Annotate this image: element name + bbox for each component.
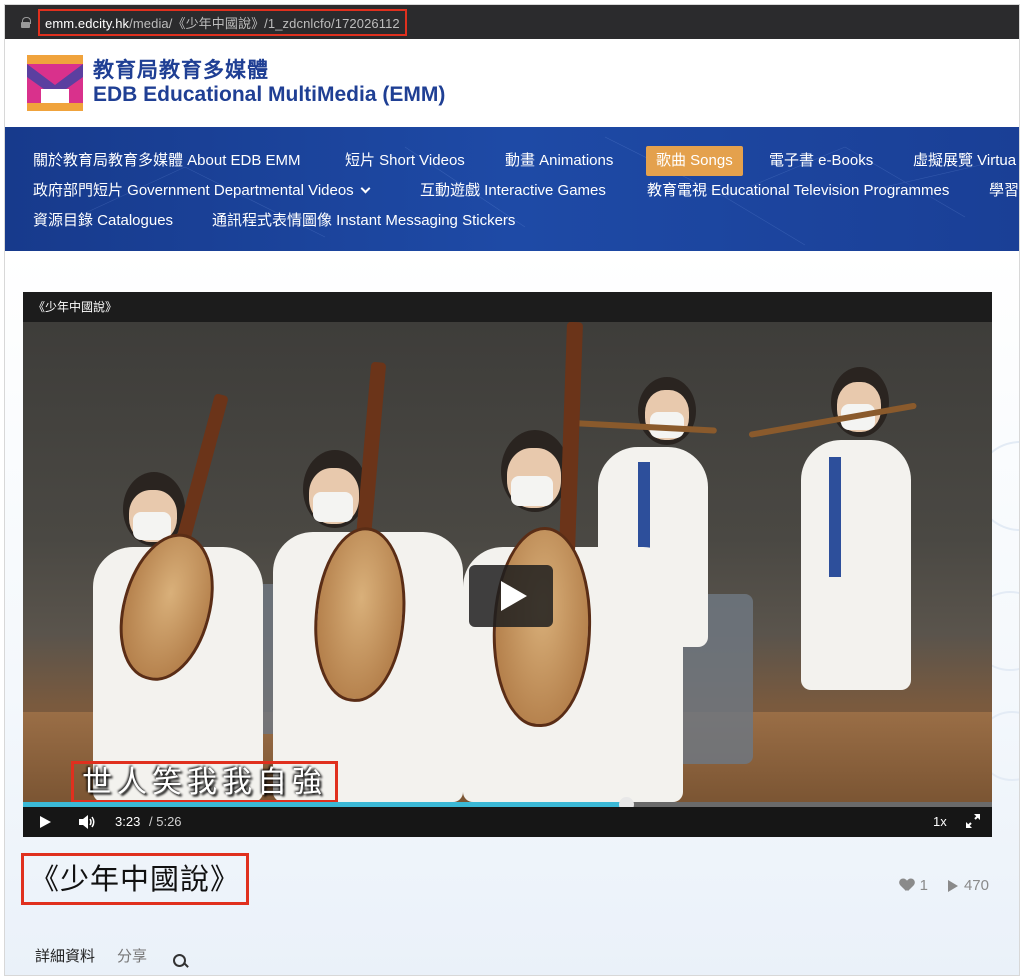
main-nav: 關於教育局教育多媒體 About EDB EMM 短片 Short Videos… bbox=[5, 127, 1019, 251]
plays-icon bbox=[947, 879, 958, 892]
face-mask bbox=[313, 492, 353, 522]
duration: / 5:26 bbox=[149, 814, 182, 829]
nav-item-etv[interactable]: 教育電視 Educational Television Programmes bbox=[637, 176, 959, 206]
pipa-neck bbox=[354, 361, 387, 553]
url-bar[interactable]: emm.edcity.hk/media/《少年中國說》/1_zdcnlcfo/1… bbox=[5, 5, 1019, 39]
heart-icon[interactable] bbox=[900, 879, 914, 892]
video-player[interactable]: 《少年中國說》 世人笑我我自強 3:23 / 5:26 1x bbox=[23, 292, 992, 837]
play-button-large[interactable] bbox=[469, 565, 553, 627]
nav-item-learning[interactable]: 學習 bbox=[979, 176, 1019, 206]
current-time: 3:23 bbox=[115, 814, 141, 829]
site-header: 教育局教育多媒體 EDB Educational MultiMedia (EMM… bbox=[5, 39, 1019, 127]
chevron-down-icon bbox=[360, 183, 371, 194]
nav-item-about[interactable]: 關於教育局教育多媒體 About EDB EMM bbox=[23, 146, 311, 176]
nav-item-games[interactable]: 互動遊戲 Interactive Games bbox=[410, 176, 616, 206]
media-title: 《少年中國說》 bbox=[21, 853, 250, 905]
media-tabs: 詳細資料 分享 bbox=[35, 945, 189, 967]
video-title: 《少年中國說》 bbox=[23, 292, 992, 322]
tab-share[interactable]: 分享 bbox=[117, 945, 147, 966]
nav-item-virtual[interactable]: 虛擬展覽 Virtua bbox=[903, 146, 1019, 176]
play-count: 470 bbox=[963, 877, 989, 894]
face-mask bbox=[511, 476, 553, 506]
like-count: 1 bbox=[919, 877, 928, 894]
url-path: /media/《少年中國說》/1_zdcnlcfo/172026112 bbox=[129, 15, 400, 31]
site-name-zh: 教育局教育多媒體 bbox=[93, 59, 269, 82]
nav-item-catalogues[interactable]: 資源目錄 Catalogues bbox=[23, 206, 183, 236]
tie bbox=[829, 457, 841, 577]
player-controls: 3:23 / 5:26 1x bbox=[23, 807, 992, 837]
nav-item-stickers[interactable]: 通訊程式表情圖像 Instant Messaging Stickers bbox=[202, 206, 525, 236]
playback-speed-button[interactable]: 1x bbox=[933, 814, 947, 829]
pipa-neck bbox=[558, 321, 584, 553]
fullscreen-icon[interactable] bbox=[966, 814, 980, 828]
video-frame[interactable] bbox=[23, 321, 992, 802]
url-text[interactable]: emm.edcity.hk/media/《少年中國說》/1_zdcnlcfo/1… bbox=[38, 8, 407, 36]
search-icon[interactable] bbox=[173, 953, 189, 970]
browser-frame: emm.edcity.hk/media/《少年中國說》/1_zdcnlcfo/1… bbox=[4, 4, 1020, 976]
site-name-en: EDB Educational MultiMedia (EMM) bbox=[93, 83, 446, 106]
play-icon[interactable] bbox=[40, 816, 51, 828]
site-name[interactable]: 教育局教育多媒體 EDB Educational MultiMedia (EMM… bbox=[93, 59, 445, 107]
url-host: emm.edcity.hk bbox=[45, 15, 130, 31]
emm-logo-icon[interactable] bbox=[27, 55, 83, 111]
lock-icon bbox=[21, 16, 31, 28]
nav-item-ebooks[interactable]: 電子書 e-Books bbox=[759, 146, 883, 176]
nav-item-government-label: 政府部門短片 Government Departmental Videos bbox=[33, 182, 354, 199]
media-stats: 1 470 bbox=[900, 877, 989, 894]
nav-item-animations[interactable]: 動畫 Animations bbox=[495, 146, 623, 176]
nav-item-government[interactable]: 政府部門短片 Government Departmental Videos bbox=[23, 176, 379, 206]
performer bbox=[801, 440, 911, 690]
video-subtitle: 世人笑我我自強 bbox=[71, 761, 338, 803]
nav-item-songs[interactable]: 歌曲 Songs bbox=[646, 146, 743, 176]
volume-icon[interactable] bbox=[79, 815, 97, 829]
tab-details[interactable]: 詳細資料 bbox=[35, 945, 95, 966]
nav-item-short-videos[interactable]: 短片 Short Videos bbox=[335, 146, 475, 176]
